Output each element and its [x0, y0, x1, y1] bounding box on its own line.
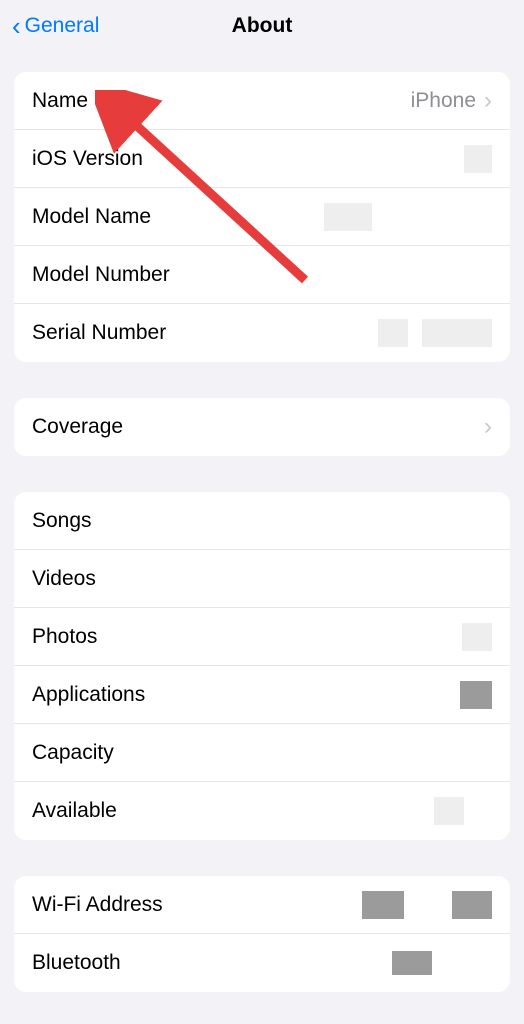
chevron-left-icon: ‹ — [12, 13, 21, 39]
redacted-value — [460, 681, 492, 709]
redacted-value — [324, 203, 372, 231]
capacity-label: Capacity — [32, 741, 114, 765]
ios-version-label: iOS Version — [32, 147, 143, 171]
redacted-value — [434, 797, 464, 825]
name-label: Name — [32, 89, 88, 113]
serial-number-label: Serial Number — [32, 321, 166, 345]
model-name-label: Model Name — [32, 205, 151, 229]
videos-label: Videos — [32, 567, 96, 591]
ios-version-row[interactable]: iOS Version — [14, 130, 510, 188]
redacted-value — [392, 951, 432, 975]
model-name-row[interactable]: Model Name — [14, 188, 510, 246]
applications-label: Applications — [32, 683, 145, 707]
songs-label: Songs — [32, 509, 92, 533]
chevron-right-icon: › — [484, 413, 492, 441]
coverage-label: Coverage — [32, 415, 123, 439]
redacted-value — [464, 145, 492, 173]
redacted-value — [452, 891, 492, 919]
redacted-value — [378, 319, 408, 347]
applications-row[interactable]: Applications — [14, 666, 510, 724]
available-row[interactable]: Available — [14, 782, 510, 840]
songs-row[interactable]: Songs — [14, 492, 510, 550]
page-title: About — [232, 14, 293, 38]
wifi-address-label: Wi-Fi Address — [32, 893, 163, 917]
redacted-value — [462, 623, 492, 651]
name-value: iPhone — [411, 89, 476, 113]
network-section: Wi-Fi Address Bluetooth — [14, 876, 510, 992]
model-number-row[interactable]: Model Number — [14, 246, 510, 304]
name-row[interactable]: Name iPhone › — [14, 72, 510, 130]
device-info-section: Name iPhone › iOS Version Model Name Mod… — [14, 72, 510, 362]
back-button[interactable]: ‹ General — [12, 13, 99, 39]
bluetooth-row[interactable]: Bluetooth — [14, 934, 510, 992]
serial-number-row[interactable]: Serial Number — [14, 304, 510, 362]
redacted-value — [422, 319, 492, 347]
photos-row[interactable]: Photos — [14, 608, 510, 666]
back-label: General — [25, 14, 100, 38]
model-number-label: Model Number — [32, 263, 170, 287]
capacity-row[interactable]: Capacity — [14, 724, 510, 782]
storage-section: Songs Videos Photos Applications Capacit… — [14, 492, 510, 840]
chevron-right-icon: › — [484, 87, 492, 115]
redacted-value — [362, 891, 404, 919]
photos-label: Photos — [32, 625, 97, 649]
coverage-row[interactable]: Coverage › — [14, 398, 510, 456]
wifi-address-row[interactable]: Wi-Fi Address — [14, 876, 510, 934]
videos-row[interactable]: Videos — [14, 550, 510, 608]
bluetooth-label: Bluetooth — [32, 951, 121, 975]
coverage-section: Coverage › — [14, 398, 510, 456]
available-label: Available — [32, 799, 117, 823]
navigation-bar: ‹ General About — [0, 0, 524, 52]
